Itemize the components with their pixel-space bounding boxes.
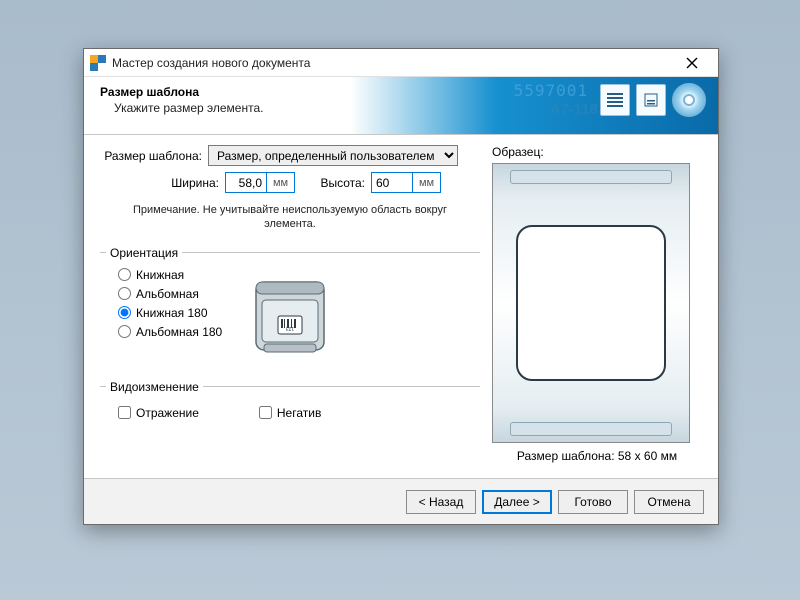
header-decor-text2: A7-118 <box>550 101 598 118</box>
modification-group: Видоизменение Отражение Негатив <box>100 380 480 426</box>
height-label: Высота: <box>295 176 365 190</box>
sample-label: Образец: <box>492 145 702 159</box>
wizard-dialog: Мастер создания нового документа Размер … <box>83 48 719 525</box>
settings-column: Размер шаблона: Размер, определенный пол… <box>100 145 480 472</box>
roll-top <box>510 170 672 184</box>
height-input[interactable] <box>371 172 413 193</box>
orientation-group: Ориентация Книжная Альбомная Книжная 180 <box>100 246 480 374</box>
printer-icon: 123 <box>242 270 338 366</box>
sample-preview <box>492 163 690 443</box>
label-preview <box>516 225 666 381</box>
width-label: Ширина: <box>139 176 219 190</box>
wizard-footer: < Назад Далее > Готово Отмена <box>84 478 718 524</box>
orientation-options: Книжная Альбомная Книжная 180 Альбомная … <box>100 268 222 368</box>
template-size-label: Размер шаблона: <box>100 149 202 163</box>
size-note: Примечание. Не учитывайте неиспользуемую… <box>100 199 480 240</box>
label-icon <box>636 84 666 116</box>
close-icon <box>686 57 698 69</box>
cd-icon <box>672 83 706 117</box>
app-icon <box>90 55 106 71</box>
content-area: Размер шаблона: Размер, определенный пол… <box>84 135 718 478</box>
sample-caption: Размер шаблона: 58 x 60 мм <box>492 449 702 463</box>
orientation-landscape[interactable]: Альбомная <box>118 287 222 301</box>
orientation-landscape-180[interactable]: Альбомная 180 <box>118 325 222 339</box>
wizard-header: Размер шаблона Укажите размер элемента. … <box>84 77 718 135</box>
orientation-portrait-180[interactable]: Книжная 180 <box>118 306 222 320</box>
orientation-legend: Ориентация <box>106 246 182 260</box>
header-decor <box>600 83 706 117</box>
svg-text:123: 123 <box>286 325 295 331</box>
width-unit: мм <box>267 172 295 193</box>
finish-button[interactable]: Готово <box>558 490 628 514</box>
close-button[interactable] <box>672 51 712 75</box>
modification-legend: Видоизменение <box>106 380 203 394</box>
next-button[interactable]: Далее > <box>482 490 552 514</box>
header-decor-text: 5597001 <box>514 81 588 100</box>
height-unit: мм <box>413 172 441 193</box>
cancel-button[interactable]: Отмена <box>634 490 704 514</box>
orientation-portrait[interactable]: Книжная <box>118 268 222 282</box>
back-button[interactable]: < Назад <box>406 490 476 514</box>
titlebar: Мастер создания нового документа <box>84 49 718 77</box>
preview-column: Образец: Размер шаблона: 58 x 60 мм <box>492 145 702 472</box>
window-title: Мастер создания нового документа <box>112 56 672 70</box>
printer-preview: 123 <box>240 268 340 368</box>
roll-bottom <box>510 422 672 436</box>
mirror-checkbox[interactable]: Отражение <box>118 406 199 420</box>
width-input[interactable] <box>225 172 267 193</box>
template-size-dropdown[interactable]: Размер, определенный пользователем <box>208 145 458 166</box>
barcode-icon <box>600 84 630 116</box>
negative-checkbox[interactable]: Негатив <box>259 406 321 420</box>
